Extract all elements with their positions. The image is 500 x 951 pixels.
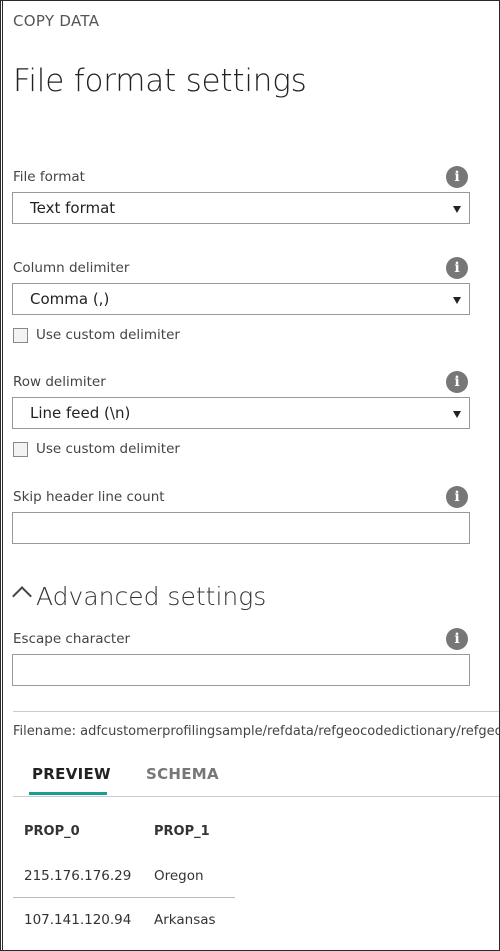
filename-text: Filename: adfcustomerprofilingsample/ref… (13, 724, 499, 739)
table-cell: Arkansas (154, 912, 216, 928)
table-header-prop1: PROP_1 (154, 824, 210, 839)
table-header-prop0: PROP_0 (24, 824, 80, 839)
row-custom-delimiter-label[interactable]: Use custom delimiter (36, 441, 180, 457)
tabs-divider (13, 796, 499, 797)
column-custom-delimiter-label[interactable]: Use custom delimiter (36, 327, 180, 343)
column-delimiter-value: Comma (,) (30, 290, 110, 308)
breadcrumb: COPY DATA (13, 12, 100, 30)
table-cell: Oregon (154, 868, 204, 884)
column-delimiter-label: Column delimiter (13, 260, 130, 276)
caret-down-icon (453, 206, 461, 213)
column-custom-delimiter-checkbox[interactable] (13, 328, 28, 343)
row-delimiter-label: Row delimiter (13, 374, 106, 390)
tab-schema[interactable]: SCHEMA (146, 765, 219, 783)
file-format-value: Text format (30, 199, 116, 217)
info-icon[interactable]: i (446, 371, 468, 393)
escape-character-input[interactable] (12, 654, 470, 686)
skip-header-input[interactable] (12, 512, 470, 544)
page-title: File format settings (13, 63, 307, 99)
info-icon[interactable]: i (446, 628, 468, 650)
table-row-divider (13, 897, 235, 898)
escape-character-label: Escape character (13, 631, 131, 647)
file-format-label: File format (13, 169, 85, 185)
caret-down-icon (453, 297, 461, 304)
divider (13, 711, 499, 712)
advanced-settings-toggle[interactable]: Advanced settings (36, 582, 266, 611)
info-icon[interactable]: i (446, 166, 468, 188)
info-icon[interactable]: i (446, 486, 468, 508)
row-delimiter-value: Line feed (\n) (30, 404, 131, 422)
row-custom-delimiter-checkbox[interactable] (13, 442, 28, 457)
row-delimiter-select[interactable]: Line feed (\n) (12, 397, 470, 429)
panel-edge (2, 0, 3, 951)
tab-preview[interactable]: PREVIEW (32, 765, 111, 783)
table-cell: 215.176.176.29 (24, 868, 132, 884)
info-icon[interactable]: i (446, 257, 468, 279)
active-tab-indicator (29, 792, 107, 795)
chevron-up-icon[interactable] (12, 586, 32, 606)
skip-header-label: Skip header line count (13, 489, 165, 505)
copy-data-panel: COPY DATA File format settings File form… (0, 0, 500, 951)
caret-down-icon (453, 411, 461, 418)
column-delimiter-select[interactable]: Comma (,) (12, 283, 470, 315)
file-format-select[interactable]: Text format (12, 192, 470, 224)
table-cell: 107.141.120.94 (24, 912, 132, 928)
